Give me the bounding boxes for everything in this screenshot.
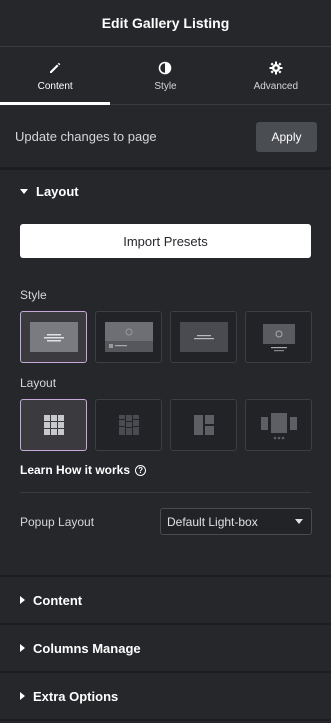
contrast-icon [159, 61, 172, 74]
layout-option-masonry[interactable] [95, 399, 162, 451]
section-columns-manage-title: Columns Manage [33, 640, 141, 656]
metro-grid-icon [193, 415, 214, 435]
layout-choices [20, 399, 312, 451]
gear-icon [269, 61, 283, 74]
learn-how-it-works-link[interactable]: Learn How it works ? [20, 463, 147, 477]
divider [20, 492, 311, 493]
tab-style-label: Style [154, 80, 177, 92]
style-label: Style [20, 288, 47, 302]
layout-label: Layout [20, 376, 57, 390]
masonry-grid-icon [118, 415, 139, 435]
tab-content[interactable]: Content [0, 48, 111, 105]
layout-option-metro[interactable] [170, 399, 237, 451]
style-choices [20, 311, 312, 363]
section-layout-title: Layout [36, 183, 79, 199]
chevron-down-icon [295, 519, 303, 524]
panel-title: Edit Gallery Listing [101, 15, 230, 31]
import-presets-button[interactable]: Import Presets [20, 224, 311, 258]
section-layout-toggle[interactable]: Layout [0, 168, 331, 214]
section-content-toggle[interactable]: Content [0, 577, 331, 623]
style-option-4[interactable] [245, 311, 312, 363]
popup-layout-label: Popup Layout [20, 514, 95, 529]
section-divider [0, 719, 331, 721]
style-option-2[interactable] [95, 311, 162, 363]
caret-down-icon [20, 188, 28, 194]
tab-bar: Content Style Advanced [0, 48, 331, 105]
caret-right-icon [20, 692, 25, 700]
style-2-thumbnail-icon [104, 322, 153, 352]
popup-layout-value: Default Light-box [167, 514, 258, 529]
style-option-1[interactable] [20, 311, 87, 363]
section-extra-options-title: Extra Options [33, 688, 119, 704]
layout-option-grid[interactable] [20, 399, 87, 451]
carousel-icon [260, 413, 297, 440]
pencil-icon [50, 62, 61, 73]
style-1-thumbnail-icon [29, 322, 78, 352]
update-text: Update changes to page [15, 129, 157, 144]
style-option-3[interactable] [170, 311, 237, 363]
tab-content-label: Content [37, 80, 73, 92]
section-extra-options-toggle[interactable]: Extra Options [0, 673, 331, 719]
style-4-thumbnail-icon [262, 324, 295, 352]
tab-advanced-label: Advanced [253, 80, 299, 92]
layout-option-carousel[interactable] [245, 399, 312, 451]
grid-3x3-icon [43, 415, 64, 435]
panel-header: Edit Gallery Listing [0, 0, 331, 47]
help-icon: ? [135, 464, 147, 476]
popup-layout-control: Popup Layout Default Light-box [20, 508, 312, 535]
section-columns-manage-toggle[interactable]: Columns Manage [0, 625, 331, 671]
tab-advanced[interactable]: Advanced [221, 48, 331, 104]
tab-style[interactable]: Style [110, 48, 220, 104]
caret-right-icon [20, 644, 25, 652]
apply-button[interactable]: Apply [256, 121, 317, 152]
learn-label: Learn How it works [20, 463, 131, 477]
section-content-title: Content [33, 592, 83, 608]
update-bar: Update changes to page Apply [0, 106, 331, 168]
caret-right-icon [20, 596, 25, 604]
popup-layout-select[interactable]: Default Light-box [160, 508, 312, 535]
style-3-thumbnail-icon [179, 322, 228, 352]
